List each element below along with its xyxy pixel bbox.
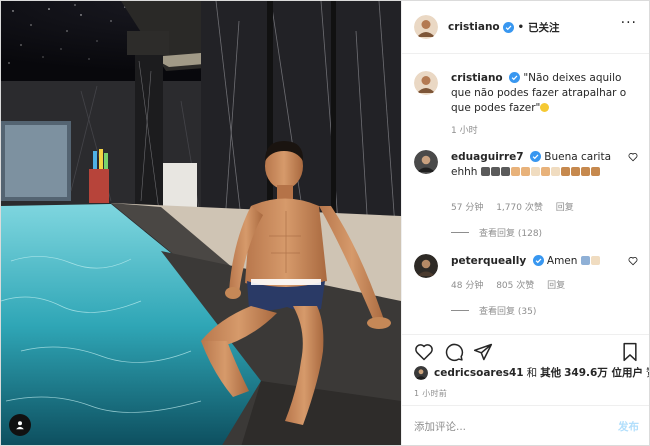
following-button[interactable]: 已关注	[528, 20, 560, 35]
caption-avatar[interactable]	[414, 71, 438, 95]
comment-time: 48 分钟	[451, 281, 484, 291]
author-username[interactable]: cristiano	[448, 21, 500, 33]
comment-time: 57 分钟	[451, 203, 484, 213]
caption-username[interactable]: cristiano	[451, 72, 503, 84]
more-icon[interactable]: ···	[621, 15, 637, 31]
replies-line	[451, 232, 469, 233]
user-tag-icon[interactable]	[9, 414, 31, 436]
heart-icon[interactable]	[414, 342, 434, 362]
likes-count[interactable]: 349.6万 位用户	[564, 365, 643, 380]
comment-meta: 48 分钟 805 次赞 回复	[451, 278, 575, 291]
add-comment-row: 发布	[402, 405, 649, 445]
commenter-username[interactable]: peterqueally	[451, 255, 526, 267]
comment-meta: 57 分钟 1,770 次赞 回复	[451, 200, 584, 213]
post-photo[interactable]	[1, 1, 401, 445]
liker-avatar[interactable]	[414, 365, 428, 380]
reply-button[interactable]: 回复	[547, 281, 565, 291]
share-icon[interactable]	[473, 342, 493, 362]
instagram-post-modal: cristiano • 已关注 ··· cristiano "Não deixe…	[0, 0, 650, 446]
comment-body: peterqueally Amen	[451, 254, 636, 269]
reply-button[interactable]: 回复	[556, 203, 574, 213]
pool-photo-illustration	[1, 1, 401, 445]
bookmark-icon[interactable]	[621, 342, 639, 362]
likes-others-label[interactable]: 其他	[540, 365, 561, 380]
verified-icon	[502, 21, 514, 33]
comment-input[interactable]	[414, 420, 618, 433]
likes-summary: cedricsoares41 和 其他 349.6万 位用户 赞了	[414, 365, 649, 380]
comment-likes[interactable]: 805 次赞	[496, 281, 534, 291]
post-header: cristiano • 已关注 ···	[402, 1, 649, 54]
view-replies-label: 查看回复 (128)	[479, 229, 543, 239]
emoji-icon	[580, 256, 590, 265]
verified-icon	[529, 151, 541, 162]
caption-time: 1 小时	[451, 126, 478, 136]
commenter-avatar[interactable]	[414, 254, 438, 278]
author-avatar[interactable]	[414, 15, 438, 39]
emoji-icon	[590, 256, 600, 265]
likes-suffix: 赞了	[646, 365, 649, 380]
header-separator: •	[517, 21, 525, 33]
post-side-panel: cristiano • 已关注 ··· cristiano "Não deixe…	[401, 1, 649, 445]
comment-icon[interactable]	[444, 342, 464, 362]
emoji-row	[480, 166, 601, 178]
comment-body: eduaguirre7 Buena carita ehhh	[451, 150, 636, 180]
view-replies-label: 查看回复 (35)	[479, 307, 537, 317]
post-comment-button[interactable]: 发布	[618, 419, 639, 434]
post-timestamp: 1 小时前	[414, 389, 448, 398]
commenter-username[interactable]: eduaguirre7	[451, 151, 524, 163]
heart-icon[interactable]	[628, 152, 638, 162]
likes-conjunction: 和	[526, 367, 538, 379]
post-actions	[402, 334, 649, 364]
heart-icon[interactable]	[628, 256, 638, 266]
commenter-avatar[interactable]	[414, 150, 438, 174]
caption-body: cristiano "Não deixes aquilo que não pod…	[451, 71, 636, 116]
comment-likes[interactable]: 1,770 次赞	[496, 203, 543, 213]
liker-username[interactable]: cedricsoares41	[434, 367, 524, 379]
comment-text: Amen	[546, 255, 578, 267]
verified-icon	[532, 255, 544, 266]
comments-list[interactable]: cristiano "Não deixes aquilo que não pod…	[402, 55, 649, 335]
replies-line	[451, 310, 469, 311]
smiley-emoji-icon	[540, 103, 550, 112]
verified-icon	[509, 72, 520, 83]
view-replies-button[interactable]: 查看回复 (35)	[451, 304, 536, 317]
view-replies-button[interactable]: 查看回复 (128)	[451, 226, 542, 239]
